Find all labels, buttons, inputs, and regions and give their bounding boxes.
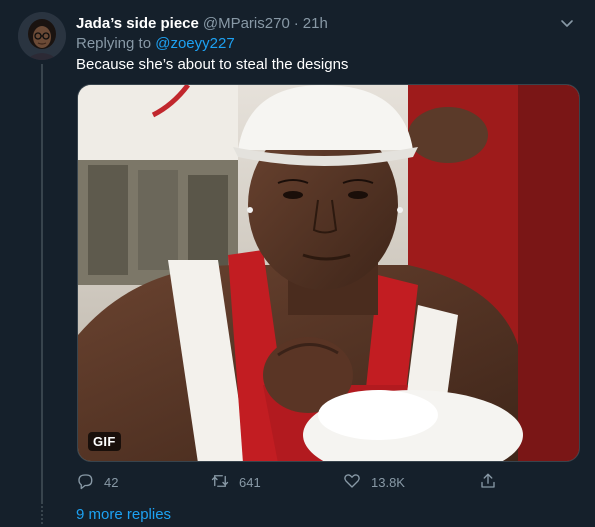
avatar-column <box>18 12 66 60</box>
replying-prefix: Replying to <box>76 35 152 52</box>
share-button[interactable] <box>479 472 507 493</box>
timestamp[interactable]: 21h <box>303 15 328 32</box>
share-icon <box>479 472 507 493</box>
retweet-count: 641 <box>239 474 261 490</box>
retweet-button[interactable]: 641 <box>211 472 261 493</box>
reply-button[interactable]: 42 <box>76 472 118 493</box>
reply-mention-link[interactable]: @zoeyy227 <box>155 35 234 52</box>
retweet-icon <box>211 472 239 493</box>
tweet-container: Jada’s side piece @MParis270 · 21h Reply… <box>0 0 595 527</box>
action-bar: 42 641 13.8K <box>76 470 506 494</box>
reply-count: 42 <box>104 474 119 490</box>
heart-icon <box>343 472 371 493</box>
gif-badge: GIF <box>88 432 121 451</box>
tweet-text: Because she’s about to steal the designs <box>76 56 349 73</box>
user-handle[interactable]: @MParis270 <box>203 15 290 32</box>
thread-line <box>41 64 43 504</box>
reply-icon <box>76 472 104 493</box>
avatar[interactable] <box>18 12 66 60</box>
tweet-header: Jada’s side piece @MParis270 · 21h <box>76 13 579 33</box>
gif-media[interactable]: GIF <box>77 84 580 462</box>
more-replies-link[interactable]: 9 more replies <box>76 506 171 523</box>
like-count: 13.8K <box>371 474 405 490</box>
separator-dot: · <box>293 14 299 32</box>
thread-dots <box>41 506 43 526</box>
chevron-down-icon[interactable] <box>559 15 575 31</box>
display-name[interactable]: Jada’s side piece <box>76 15 199 32</box>
like-button[interactable]: 13.8K <box>343 472 405 493</box>
replying-to: Replying to @zoeyy227 <box>76 35 235 52</box>
